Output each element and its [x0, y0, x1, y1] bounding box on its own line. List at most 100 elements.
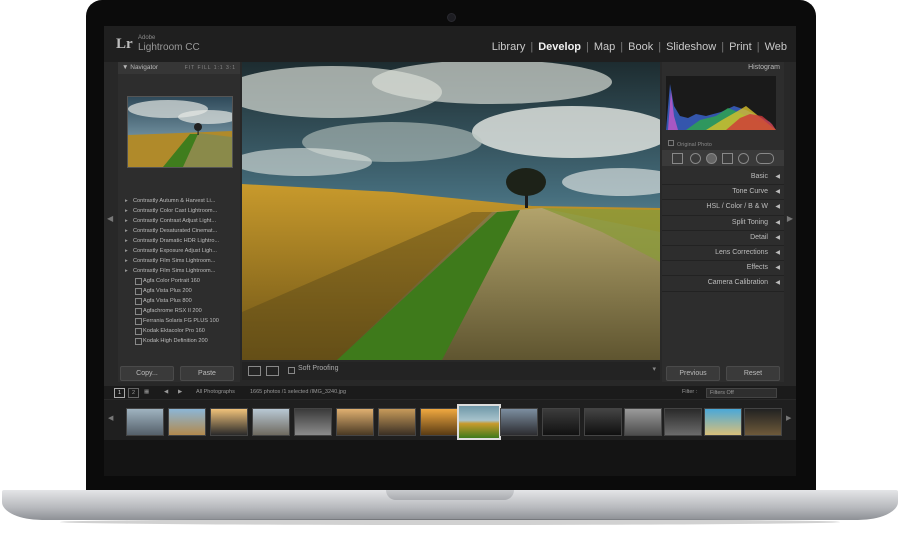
right-panel-buttons: Previous Reset	[662, 364, 784, 382]
filmstrip-thumb[interactable]	[542, 408, 580, 436]
left-panel-buttons: Copy... Paste	[118, 364, 240, 382]
section-detail[interactable]: Detail	[662, 231, 784, 246]
laptop-shadow	[60, 519, 840, 525]
preset-folder[interactable]: Contrastly Film Sims Lightroom...	[122, 256, 236, 266]
section-basic[interactable]: Basic	[662, 170, 784, 186]
preset-folder[interactable]: Contrastly Dramatic HDR Lightro...	[122, 236, 236, 246]
histogram-title[interactable]: Histogram	[748, 64, 780, 71]
module-picker: Library | Develop | Map | Book | Slideshow | …	[491, 41, 788, 53]
filmstrip-thumb[interactable]	[584, 408, 622, 436]
forward-arrow-icon[interactable]: ▶	[178, 386, 182, 399]
loupe-view-icon[interactable]	[248, 366, 261, 376]
develop-sections: Basic Tone Curve HSL / Color / B & W Spl…	[662, 170, 784, 292]
grid-view-icon[interactable]: ▦	[144, 386, 149, 399]
reset-button[interactable]: Reset	[726, 366, 780, 381]
landscape-photo	[242, 62, 660, 360]
red-eye-icon[interactable]	[706, 153, 717, 164]
lightroom-logo: Lr	[116, 36, 133, 52]
photo-toolbar: Soft Proofing ▾	[242, 362, 660, 380]
section-hsl[interactable]: HSL / Color / B & W	[662, 200, 784, 216]
filmstrip-thumb[interactable]	[624, 408, 662, 436]
filter-label: Filter :	[682, 389, 698, 395]
back-arrow-icon[interactable]: ◀	[164, 386, 168, 399]
section-tone-curve[interactable]: Tone Curve	[662, 185, 784, 201]
navigator-zoom-options[interactable]: FIT FILL 1:1 3:1	[185, 62, 236, 74]
copy-button[interactable]: Copy...	[120, 366, 174, 381]
section-lens-corrections[interactable]: Lens Corrections	[662, 246, 784, 262]
preset-folder[interactable]: Contrastly Desaturated Cinemat...	[122, 226, 236, 236]
preset-folder[interactable]: Contrastly Exposure Adjust Ligh...	[122, 246, 236, 256]
histogram	[666, 76, 776, 130]
module-print[interactable]: Print	[728, 41, 753, 53]
histogram-graph	[666, 84, 776, 130]
logo-vendor: Adobe	[138, 35, 156, 41]
selection-status[interactable]: 1665 photos /1 selected /IMG_3240.jpg	[250, 386, 346, 399]
develop-tool-strip	[662, 150, 784, 166]
filmstrip-thumb[interactable]	[252, 408, 290, 436]
preset-item[interactable]: Ferrania Solaris FG PLUS 100	[122, 316, 236, 326]
before-after-icon[interactable]	[266, 366, 279, 376]
source-label[interactable]: All Photographs	[196, 386, 235, 399]
filmstrip-thumb[interactable]	[294, 408, 332, 436]
filmstrip-thumb[interactable]	[210, 408, 248, 436]
graduated-filter-icon[interactable]	[722, 153, 733, 164]
collapse-icon: ▼	[122, 64, 129, 71]
module-map[interactable]: Map	[593, 41, 616, 53]
filmstrip-thumb[interactable]	[704, 408, 742, 436]
right-panel-toggle-icon[interactable]: ▶	[787, 214, 793, 223]
preset-item[interactable]: Agfa Vista Plus 800	[122, 296, 236, 306]
preset-folder[interactable]: Contrastly Film Sims Lightroom...	[122, 266, 236, 276]
section-split-toning[interactable]: Split Toning	[662, 216, 784, 231]
preset-item[interactable]: Kodak High Definition 200	[122, 336, 236, 346]
adjustment-brush-icon[interactable]	[756, 153, 774, 164]
toolbar-menu-icon[interactable]: ▾	[652, 365, 656, 373]
module-web[interactable]: Web	[764, 41, 788, 53]
left-panel-toggle-icon[interactable]: ◀	[107, 214, 113, 223]
filmstrip-thumb[interactable]	[420, 408, 458, 436]
navigator-header[interactable]: ▼ Navigator FIT FILL 1:1 3:1	[118, 62, 240, 74]
filmstrip-thumb-selected[interactable]	[457, 404, 501, 440]
filmstrip-thumb[interactable]	[378, 408, 416, 436]
crop-tool-icon[interactable]	[672, 153, 683, 164]
module-develop[interactable]: Develop	[537, 41, 582, 53]
filter-select[interactable]: Filters Off	[706, 388, 777, 398]
filmstrip-scroll-right-icon[interactable]: ▶	[786, 414, 791, 422]
filmstrip-thumb[interactable]	[744, 408, 782, 436]
filmstrip-thumb[interactable]	[500, 408, 538, 436]
module-book[interactable]: Book	[627, 41, 654, 53]
navigator-preview[interactable]	[127, 96, 233, 168]
soft-proofing-checkbox[interactable]	[288, 367, 295, 374]
navigator-preview-image	[128, 97, 232, 167]
previous-button[interactable]: Previous	[666, 366, 720, 381]
filmstrip-header: 1 2 ▦ ◀ ▶ All Photographs 1665 photos /1…	[104, 386, 796, 399]
navigator-title: Navigator	[130, 64, 159, 71]
preset-list: Contrastly Autumn & Harvest Li... Contra…	[122, 196, 236, 346]
preset-folder[interactable]: Contrastly Autumn & Harvest Li...	[122, 196, 236, 206]
filmstrip: ◀ ▶	[104, 400, 796, 440]
filmstrip-thumb[interactable]	[168, 408, 206, 436]
preset-item[interactable]: Agfachrome RSX II 200	[122, 306, 236, 316]
preset-folder[interactable]: Contrastly Color Cast Lightroom...	[122, 206, 236, 216]
section-effects[interactable]: Effects	[662, 261, 784, 277]
main-photo-view[interactable]	[242, 62, 660, 360]
filmstrip-thumb[interactable]	[126, 408, 164, 436]
paste-button[interactable]: Paste	[180, 366, 234, 381]
soft-proofing-label: Soft Proofing	[298, 365, 339, 372]
monitor-2-button[interactable]: 2	[128, 388, 139, 398]
screen-bottom	[104, 440, 796, 476]
preset-item[interactable]: Agfa Vista Plus 200	[122, 286, 236, 296]
module-slideshow[interactable]: Slideshow	[665, 41, 717, 53]
filmstrip-scroll-left-icon[interactable]: ◀	[108, 414, 113, 422]
monitor-1-button[interactable]: 1	[114, 388, 125, 398]
section-camera-calibration[interactable]: Camera Calibration	[662, 276, 784, 292]
preset-folder[interactable]: Contrastly Contrast Adjust Light...	[122, 216, 236, 226]
filmstrip-thumb[interactable]	[664, 408, 702, 436]
original-photo-label[interactable]: Original Photo	[668, 140, 712, 148]
preset-item[interactable]: Agfa Color Portrait 160	[122, 276, 236, 286]
preset-item[interactable]: Kodak Ektacolor Pro 160	[122, 326, 236, 336]
spot-removal-icon[interactable]	[690, 153, 701, 164]
left-panel: ▼ Navigator FIT FILL 1:1 3:1 Contrastly …	[118, 62, 240, 382]
filmstrip-thumb[interactable]	[336, 408, 374, 436]
radial-filter-icon[interactable]	[738, 153, 749, 164]
module-library[interactable]: Library	[491, 41, 527, 53]
